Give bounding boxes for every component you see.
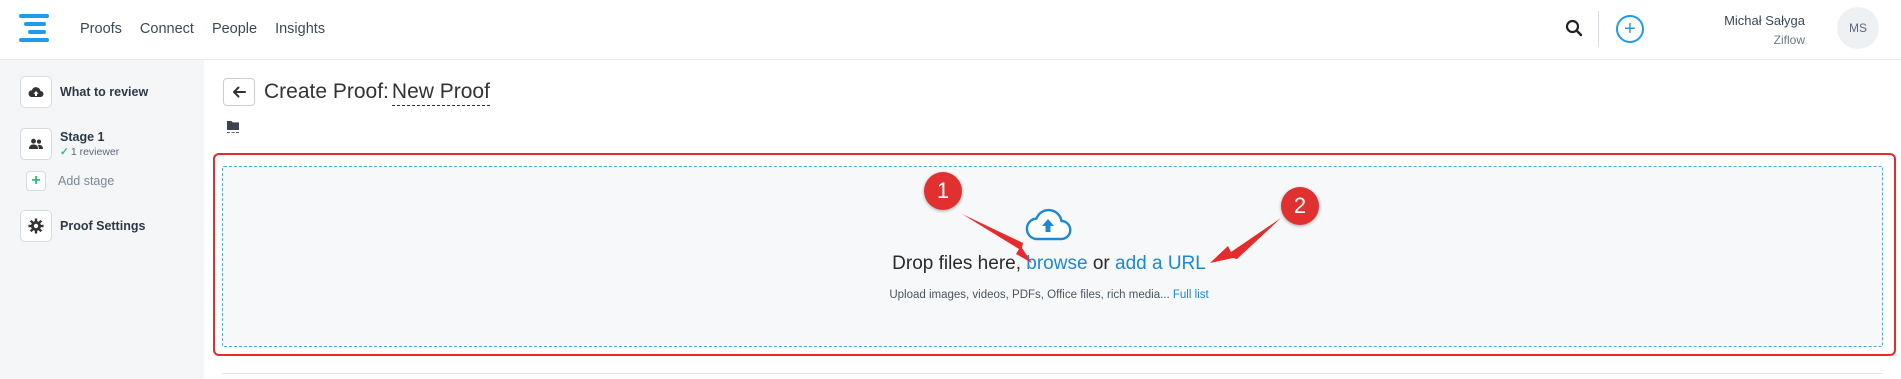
annotation-marker-2: 2 <box>1281 187 1319 225</box>
annotation-marker-1: 1 <box>924 172 962 210</box>
arrow-2 <box>1210 218 1281 263</box>
arrow-1 <box>962 214 1032 263</box>
